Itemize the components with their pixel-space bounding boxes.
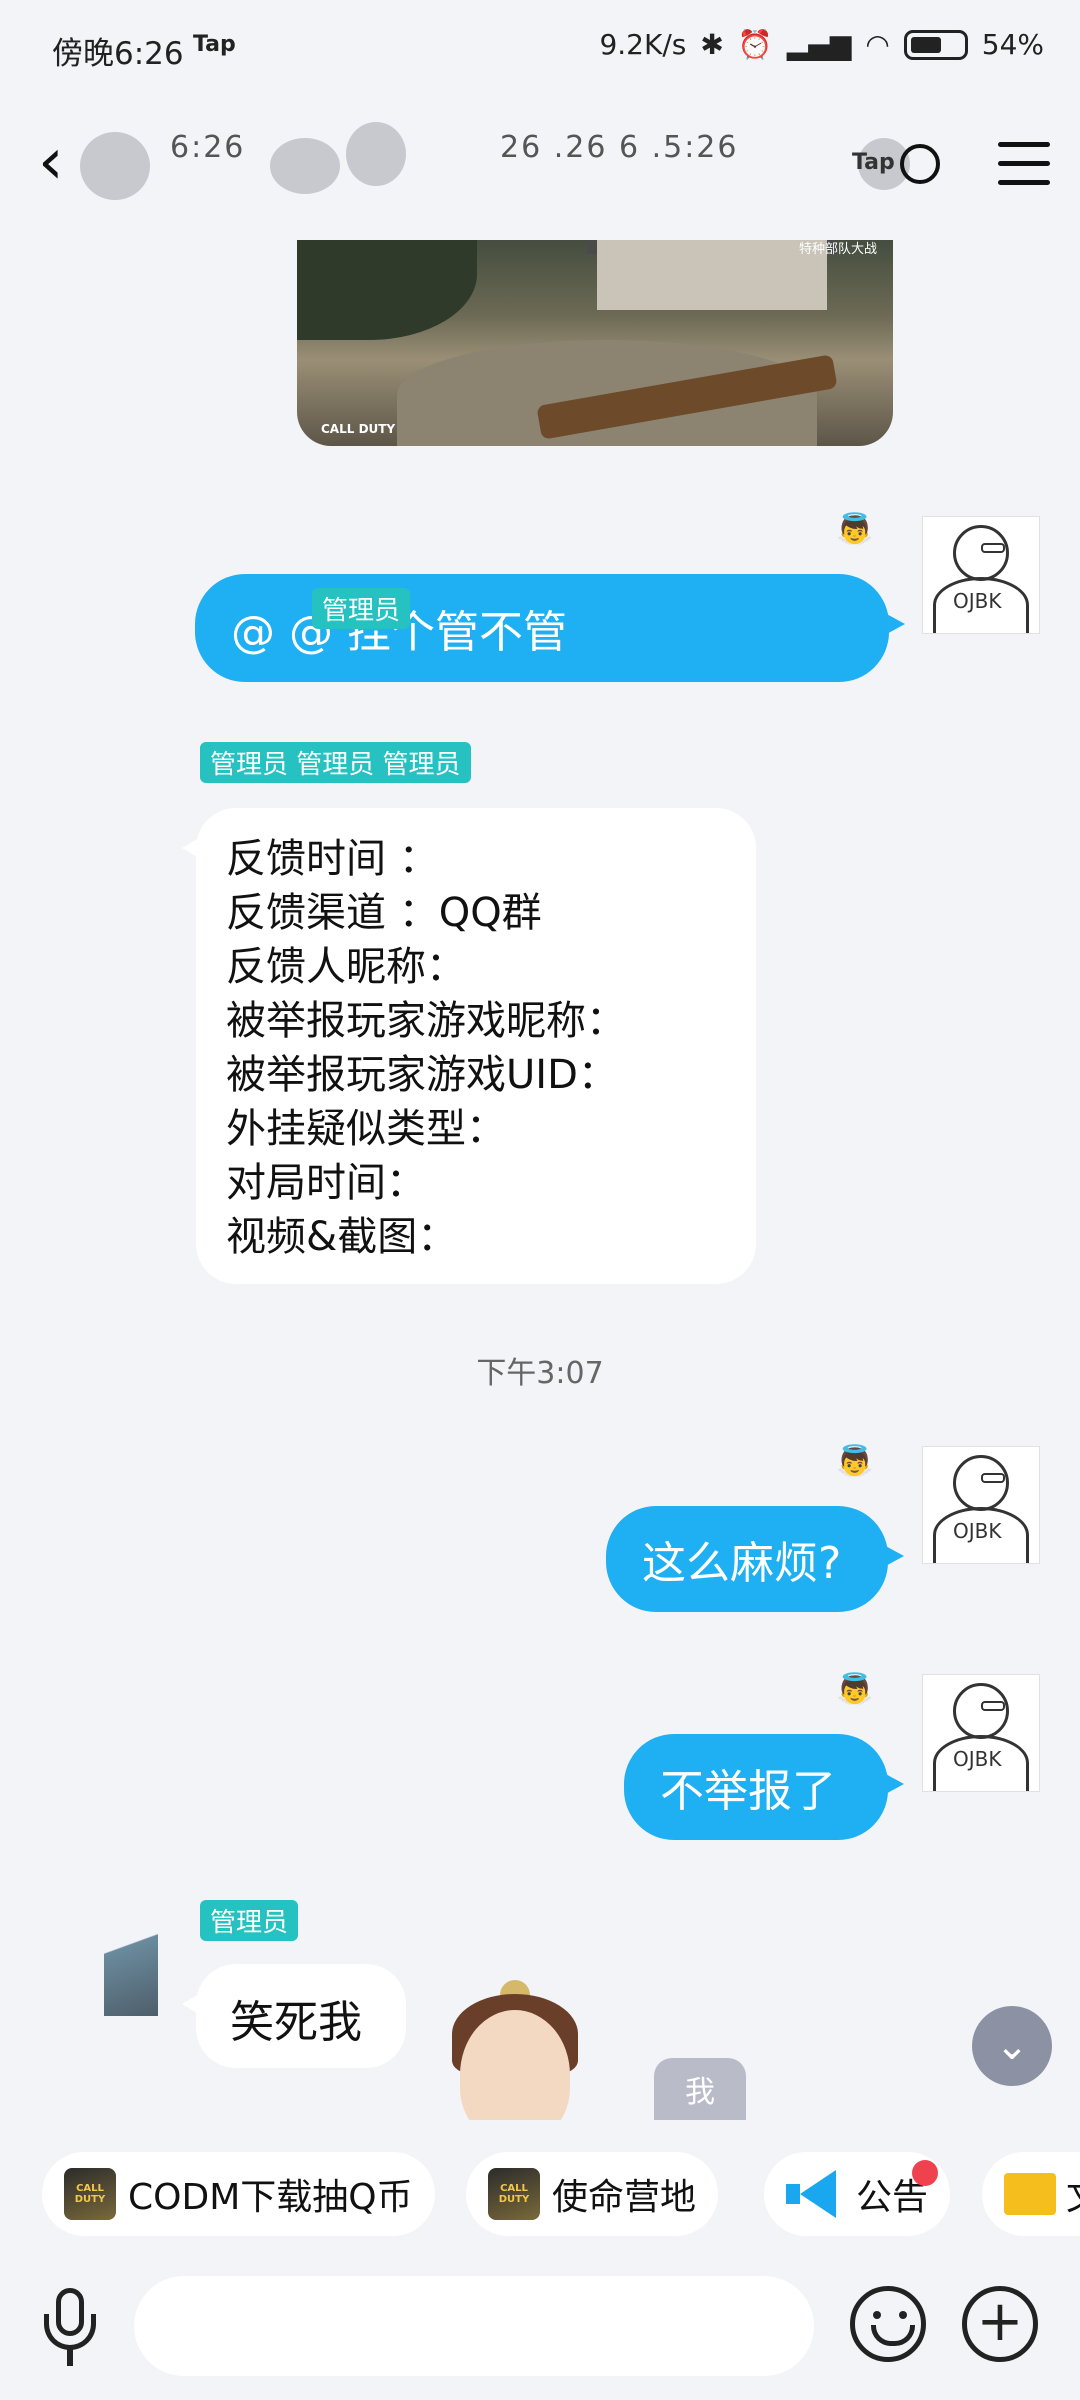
feedback-form-text: 反馈时间 ： 反馈渠道 ：QQ群 反馈人昵称： 被举报玩家游戏昵称： 被举报玩家…	[196, 808, 756, 1288]
alarm-icon: ⏰	[737, 28, 773, 61]
game-screenshot-image[interactable]: 特种部队大战 CALL DUTY	[297, 240, 893, 446]
incoming-message-bubble[interactable]: 笑死我	[182, 1964, 406, 2068]
avatar-head	[953, 525, 1009, 581]
signal-icon: ▂▄▆	[786, 28, 852, 61]
status-app-badge: Tap	[193, 32, 236, 57]
me-badge: 我	[654, 2058, 746, 2120]
avatar[interactable]: OJBK	[922, 1674, 1040, 1792]
network-speed: 9.2K/s	[599, 28, 687, 61]
call-of-duty-icon: CALL DUTY	[488, 2168, 540, 2220]
shortcut-label: 使命营地	[552, 2177, 697, 2218]
avatar[interactable]	[104, 1898, 158, 2016]
form-line: 反馈渠道 ：QQ群	[226, 890, 542, 936]
status-bar: 傍晚6:26 Tap 9.2K/s ✱ ⏰ ▂▄▆ ◠ 54%	[0, 0, 1080, 96]
avatar-text: OJBK	[953, 589, 1002, 613]
form-line: 对局时间：	[226, 1160, 426, 1206]
wifi-icon: ◠	[865, 28, 890, 61]
message-text: 不举报了	[660, 1766, 836, 1817]
tap-logo: Tap	[852, 150, 895, 175]
role-tag: 管理员	[312, 588, 411, 629]
avatar-glasses	[981, 1473, 1005, 1483]
sticker-image[interactable]	[400, 1980, 630, 2120]
angel-badge-icon: 👼	[836, 512, 874, 547]
form-line: 被举报玩家游戏昵称：	[226, 998, 626, 1044]
message-text: 笑死我	[230, 1997, 362, 2048]
form-line: 视频&截图：	[226, 1214, 458, 1260]
redacted-blob	[346, 122, 406, 186]
form-line: 外挂疑似类型：	[226, 1106, 506, 1152]
avatar-head	[953, 1683, 1009, 1739]
game-hud-text: 特种部队大战	[798, 242, 877, 257]
microphone-icon[interactable]	[40, 2288, 100, 2368]
role-tag: 管理员	[200, 1900, 299, 1941]
redacted-blob	[80, 132, 150, 200]
avatar-glasses	[981, 543, 1005, 553]
status-right-group: 9.2K/s ✱ ⏰ ▂▄▆ ◠ 54%	[599, 28, 1044, 61]
chat-area[interactable]: 特种部队大战 CALL DUTY 👼 OJBK @ @ 挂个管不管 管理员 管理…	[0, 240, 1080, 2120]
game-house	[597, 240, 827, 310]
avatar-text: OJBK	[953, 1519, 1002, 1543]
call-of-duty-icon: CALL DUTY	[64, 2168, 116, 2220]
angel-badge-icon: 👼	[836, 1444, 874, 1479]
emoji-icon[interactable]	[850, 2286, 926, 2362]
folder-icon	[1004, 2173, 1056, 2215]
game-trees	[297, 240, 477, 340]
shortcut-mission-camp[interactable]: CALL DUTY 使命营地	[466, 2152, 719, 2236]
avatar-text: OJBK	[953, 1747, 1002, 1771]
input-bar: +	[0, 2268, 1080, 2400]
message-timestamp: 下午3:07	[476, 1356, 604, 1391]
battery-percent: 54%	[981, 28, 1044, 61]
incoming-message-bubble[interactable]: 反馈时间 ： 反馈渠道 ：QQ群 反馈人昵称： 被举报玩家游戏昵称： 被举报玩家…	[182, 808, 756, 1284]
chat-header: ‹ 6:26 26 .26 6 .5:26 Tap	[0, 96, 1080, 240]
avatar-glasses	[981, 1701, 1005, 1711]
role-tag: 管理员 管理员 管理员	[200, 742, 471, 783]
outgoing-message-bubble[interactable]: @ @ 挂个管不管	[195, 574, 905, 682]
shortcut-files[interactable]: 文	[982, 2152, 1080, 2236]
message-input[interactable]	[134, 2276, 814, 2376]
group-subtitle: 26 .26 6 .5:26	[500, 130, 739, 165]
group-title: 6:26	[170, 130, 246, 165]
avatar-head	[953, 1455, 1009, 1511]
plus-icon[interactable]: +	[962, 2286, 1038, 2362]
menu-icon[interactable]	[998, 142, 1050, 186]
shortcut-announcement[interactable]: 公告	[764, 2152, 951, 2236]
outgoing-message-bubble[interactable]: 这么麻烦?	[606, 1506, 904, 1612]
form-line: 反馈时间 ：	[226, 836, 439, 882]
avatar[interactable]: OJBK	[922, 516, 1040, 634]
message-text: 这么麻烦?	[642, 1538, 842, 1589]
game-logo: CALL DUTY	[321, 422, 396, 436]
scroll-down-icon[interactable]: ⌄	[972, 2006, 1052, 2086]
form-line: 被举报玩家游戏UID：	[226, 1052, 618, 1098]
megaphone-icon	[786, 2170, 842, 2218]
notification-dot	[912, 2160, 939, 2186]
shortcut-bar[interactable]: CALLDUTY CODM下载抽Q币 CALLDUTY 使命营地 公告 文	[0, 2128, 1080, 2268]
outgoing-message-bubble[interactable]: 不举报了	[624, 1734, 904, 1840]
battery-icon	[903, 29, 968, 60]
redacted-blob	[270, 138, 340, 194]
shortcut-label: CODM下载抽Q币	[128, 2177, 413, 2218]
status-time: 傍晚6:26	[52, 36, 184, 72]
shortcut-codm-download[interactable]: CALL DUTY CODM下载抽Q币	[42, 2152, 435, 2236]
form-line: 反馈人昵称：	[226, 944, 466, 990]
shortcut-label: 文	[1066, 2168, 1080, 2220]
bluetooth-icon: ✱	[700, 28, 724, 61]
angel-badge-icon: 👼	[836, 1672, 874, 1707]
tap-circle-icon[interactable]	[900, 144, 940, 184]
avatar[interactable]: OJBK	[922, 1446, 1040, 1564]
